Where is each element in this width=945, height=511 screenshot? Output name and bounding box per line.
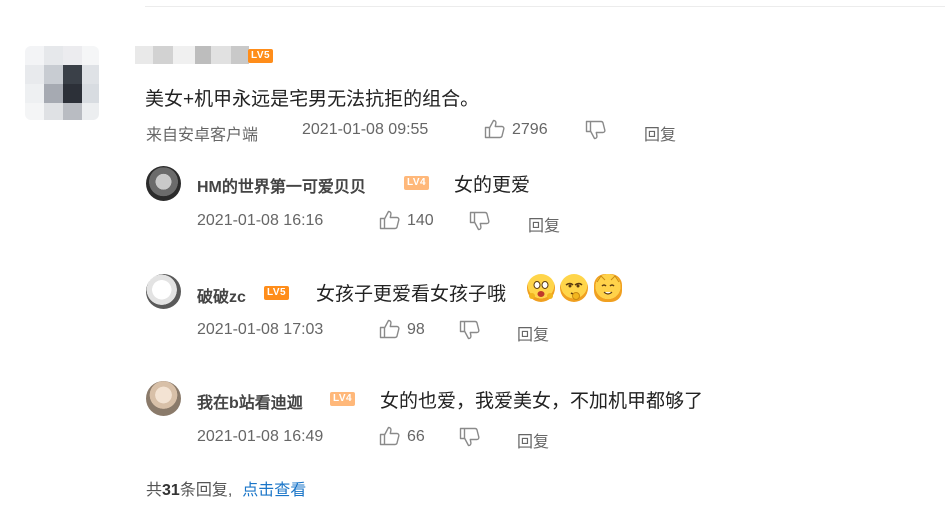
blurred-username	[135, 46, 249, 64]
reply-avatar[interactable]	[146, 274, 181, 309]
comment-time: 2021-01-08 09:55	[302, 121, 429, 138]
footer-prefix: 共	[146, 482, 163, 499]
level-badge: LV4	[330, 392, 356, 406]
reply-text: 女孩子更爱看女孩子哦	[316, 284, 507, 305]
like-count: 66	[407, 428, 425, 445]
level-badge: LV5	[264, 286, 290, 300]
thumbs-down-icon[interactable]	[469, 211, 491, 231]
reply-text: 女的也爱，我爱美女，不加机甲都够了	[380, 391, 704, 412]
reply-time: 2021-01-08 16:49	[197, 428, 324, 445]
cat-face-emoji-icon	[594, 274, 622, 302]
reply-button[interactable]: 回复	[644, 121, 676, 145]
reply-username[interactable]: HM的世界第一可爱贝贝	[197, 173, 366, 197]
thumbs-up-icon[interactable]	[379, 210, 401, 230]
level-badge: LV5	[248, 49, 274, 63]
level-badge: LV4	[404, 176, 430, 190]
reply-count: 31	[162, 482, 180, 499]
thumbs-down-icon[interactable]	[459, 427, 481, 447]
thumbs-up-icon[interactable]	[484, 119, 506, 139]
reply-text: 女的更爱	[454, 175, 531, 196]
reply-username[interactable]: 我在b站看迪迦	[197, 389, 303, 413]
reply-button[interactable]: 回复	[517, 428, 549, 452]
footer-suffix: 条回复,	[179, 482, 233, 499]
thinking-face-emoji-icon	[560, 274, 588, 302]
reply-button[interactable]: 回复	[517, 321, 549, 345]
thumbs-up-icon[interactable]	[379, 319, 401, 339]
reply-count-footer: 共31条回复, 点击查看	[146, 476, 306, 500]
reply-username[interactable]: 破破zc	[197, 283, 246, 307]
reply-button[interactable]: 回复	[528, 212, 560, 236]
thumbs-down-icon[interactable]	[585, 120, 607, 140]
reply-avatar[interactable]	[146, 381, 181, 416]
user-avatar-pixelated[interactable]	[25, 46, 99, 120]
like-count: 140	[407, 212, 434, 229]
comment-text: 美女+机甲永远是宅男无法抗拒的组合。	[145, 89, 480, 110]
shocked-face-emoji-icon	[527, 274, 555, 302]
comment-source: 来自安卓客户端	[146, 127, 259, 144]
like-count: 2796	[512, 121, 548, 138]
top-divider	[145, 6, 945, 7]
reply-time: 2021-01-08 17:03	[197, 321, 324, 338]
view-more-link[interactable]: 点击查看	[242, 482, 306, 499]
thumbs-up-icon[interactable]	[379, 426, 401, 446]
like-count: 98	[407, 321, 425, 338]
reply-time: 2021-01-08 16:16	[197, 212, 324, 229]
reply-avatar[interactable]	[146, 166, 181, 201]
thumbs-down-icon[interactable]	[459, 320, 481, 340]
